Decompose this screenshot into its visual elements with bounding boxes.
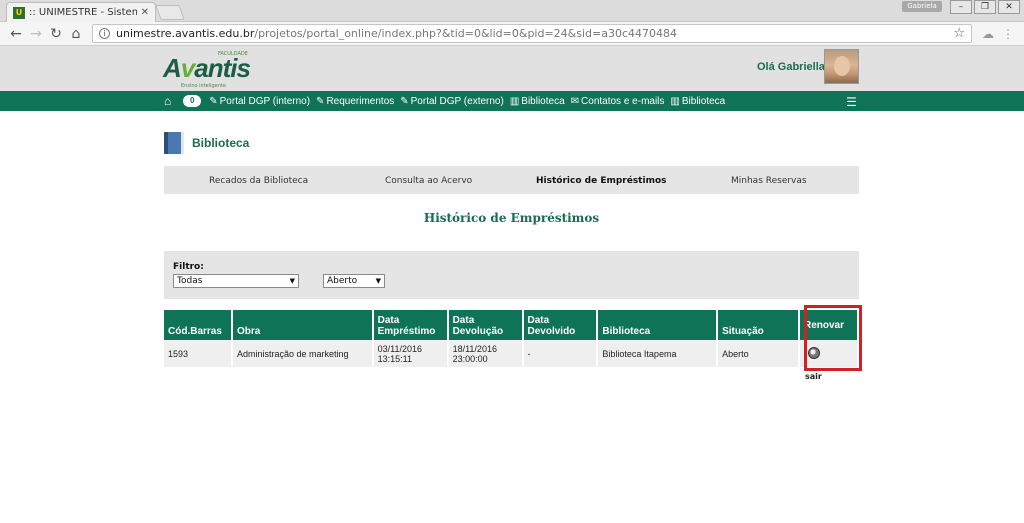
cell-biblioteca: Biblioteca Itapema: [597, 340, 719, 367]
close-window-button[interactable]: ✕: [998, 0, 1020, 14]
col-data-emprestimo: Data Empréstimo: [372, 310, 449, 340]
envelope-icon: ✉: [570, 95, 580, 107]
menu-item-portal-dgp-externo[interactable]: ✎ Portal DGP (externo): [400, 96, 504, 107]
col-data-devolvido: Data Devolvido: [522, 310, 599, 340]
edit-icon: ✎: [400, 95, 409, 107]
table-header-row: Cód.Barras Obra Data Empréstimo Data Dev…: [164, 310, 860, 340]
logo-text-rest: antis: [194, 53, 251, 83]
emprestimo-time: 13:15:11: [377, 353, 412, 364]
library-icon: ▥: [509, 95, 520, 107]
devolucao-date: 18/11/2016: [452, 343, 497, 354]
cell-emprestimo: 03/11/2016 13:15:11: [372, 340, 449, 367]
col-data-devolucao: Data Devolução: [447, 310, 524, 340]
main-content: Biblioteca Recados da Biblioteca Consult…: [164, 131, 862, 381]
cell-devolvido: -: [522, 340, 599, 367]
window-controls: – ❐ ✕: [950, 0, 1020, 14]
renovar-highlight-box: [804, 305, 862, 371]
browser-toolbar: ← → ↻ ⌂ i unimestre.avantis.edu.br/proje…: [0, 22, 1024, 46]
filter-library-value: Todas: [177, 276, 203, 286]
menu-item-biblioteca[interactable]: ▥ Biblioteca: [510, 96, 565, 107]
chevron-down-icon: ▼: [375, 277, 381, 285]
forward-arrow-icon[interactable]: →: [26, 26, 46, 42]
page-heading: Histórico de Empréstimos: [423, 211, 600, 225]
section-header: Biblioteca: [164, 131, 859, 155]
url-path: /projetos/portal_online/index.php?&tid=0…: [254, 27, 678, 40]
user-avatar[interactable]: [824, 49, 859, 84]
cell-obra: Administração de marketing: [231, 340, 374, 367]
main-menu: ⌂ 0 ✎ Portal DGP (interno) ✎ Requerimentos…: [0, 91, 1024, 111]
filter-label: Filtro:: [173, 262, 204, 272]
bookmark-star-icon[interactable]: ☆: [953, 26, 965, 41]
browser-tab-bar: U :: UNIMESTRE - Sistema ✕ Gabriela – ❐ …: [0, 0, 1024, 22]
menu-item-requerimentos[interactable]: ✎ Requerimentos: [316, 96, 394, 107]
filter-library-select[interactable]: Todas ▼: [173, 274, 299, 288]
menu-item-label: Requerimentos: [326, 95, 395, 107]
site-header: FACULDADE Avantis Ensino inteligente Olá…: [0, 46, 1024, 91]
minimize-button[interactable]: –: [950, 0, 972, 14]
close-tab-icon[interactable]: ✕: [141, 7, 149, 18]
tab-recados[interactable]: Recados da Biblioteca: [209, 176, 308, 186]
section-title: Biblioteca: [192, 136, 250, 150]
url-domain: unimestre.avantis.edu.br: [116, 27, 255, 40]
logo-top-text: FACULDADE: [218, 51, 248, 57]
logo-letter-a: A: [163, 53, 182, 83]
menu-item-biblioteca-2[interactable]: ▥ Biblioteca: [670, 96, 725, 107]
filter-status-select[interactable]: Aberto ▼: [323, 274, 385, 288]
chevron-down-icon: ▼: [289, 277, 295, 285]
back-arrow-icon[interactable]: ←: [6, 26, 26, 42]
home-icon[interactable]: ⌂: [66, 26, 86, 42]
hamburger-menu-icon[interactable]: ☰: [846, 95, 857, 109]
menu-item-portal-dgp-interno[interactable]: ✎ Portal DGP (interno): [209, 96, 310, 107]
site-info-icon[interactable]: i: [99, 28, 110, 39]
browser-menu-icon[interactable]: ⋮: [998, 27, 1018, 41]
filter-panel: Filtro: Todas ▼ Aberto ▼: [164, 251, 859, 299]
col-biblioteca: Biblioteca: [597, 310, 719, 340]
cell-situacao: Aberto: [717, 340, 800, 367]
edit-icon: ✎: [316, 95, 325, 107]
library-subtabs: Recados da Biblioteca Consulta ao Acervo…: [164, 166, 859, 194]
logo-letter-v: v: [180, 53, 196, 83]
book-icon: [164, 132, 184, 154]
address-bar[interactable]: i unimestre.avantis.edu.br/projetos/port…: [92, 24, 972, 43]
avantis-logo[interactable]: FACULDADE Avantis Ensino inteligente: [163, 51, 251, 89]
table-row: 1593 Administração de marketing 03/11/20…: [164, 340, 860, 367]
maximize-button[interactable]: ❐: [974, 0, 996, 14]
col-cod-barras: Cód.Barras: [164, 310, 233, 340]
user-greeting: Olá Gabriella: [757, 61, 825, 73]
reload-icon[interactable]: ↻: [46, 26, 66, 42]
col-situacao: Situação: [717, 310, 800, 340]
edit-icon: ✎: [209, 95, 218, 107]
extension-icon[interactable]: ☁: [978, 27, 998, 41]
loans-table: Cód.Barras Obra Data Empréstimo Data Dev…: [164, 310, 860, 367]
cell-devolucao: 18/11/2016 23:00:00: [447, 340, 524, 367]
menu-item-label: Contatos e e-mails: [581, 95, 665, 107]
library-icon: ▥: [670, 95, 680, 107]
emprestimo-date: 03/11/2016: [377, 343, 423, 354]
tab-historico-emprestimos[interactable]: Histórico de Empréstimos: [536, 176, 667, 186]
menu-item-label: Portal DGP (interno): [219, 95, 311, 107]
browser-profile-badge[interactable]: Gabriela: [902, 1, 942, 12]
menu-item-label: Biblioteca: [521, 95, 565, 107]
menu-item-contatos[interactable]: ✉ Contatos e e-mails: [571, 96, 665, 107]
cell-cod: 1593: [164, 340, 233, 367]
unimestre-favicon-icon: U: [13, 6, 25, 19]
col-obra: Obra: [231, 310, 374, 340]
home-menu-icon[interactable]: ⌂: [164, 94, 171, 108]
filter-status-value: Aberto: [327, 276, 358, 286]
devolucao-time: 23:00:00: [452, 353, 488, 364]
tab-minhas-reservas[interactable]: Minhas Reservas: [731, 176, 807, 186]
logo-tagline: Ensino inteligente: [181, 83, 226, 89]
new-tab-button[interactable]: [155, 5, 185, 20]
sair-link[interactable]: sair: [805, 372, 822, 381]
notification-badge[interactable]: 0: [183, 95, 202, 107]
tab-consulta-acervo[interactable]: Consulta ao Acervo: [385, 176, 472, 186]
menu-item-label: Portal DGP (externo): [410, 95, 504, 107]
menu-item-label: Biblioteca: [681, 95, 726, 107]
browser-tab[interactable]: U :: UNIMESTRE - Sistema ✕: [6, 2, 156, 22]
browser-tab-title: :: UNIMESTRE - Sistema: [29, 7, 137, 18]
